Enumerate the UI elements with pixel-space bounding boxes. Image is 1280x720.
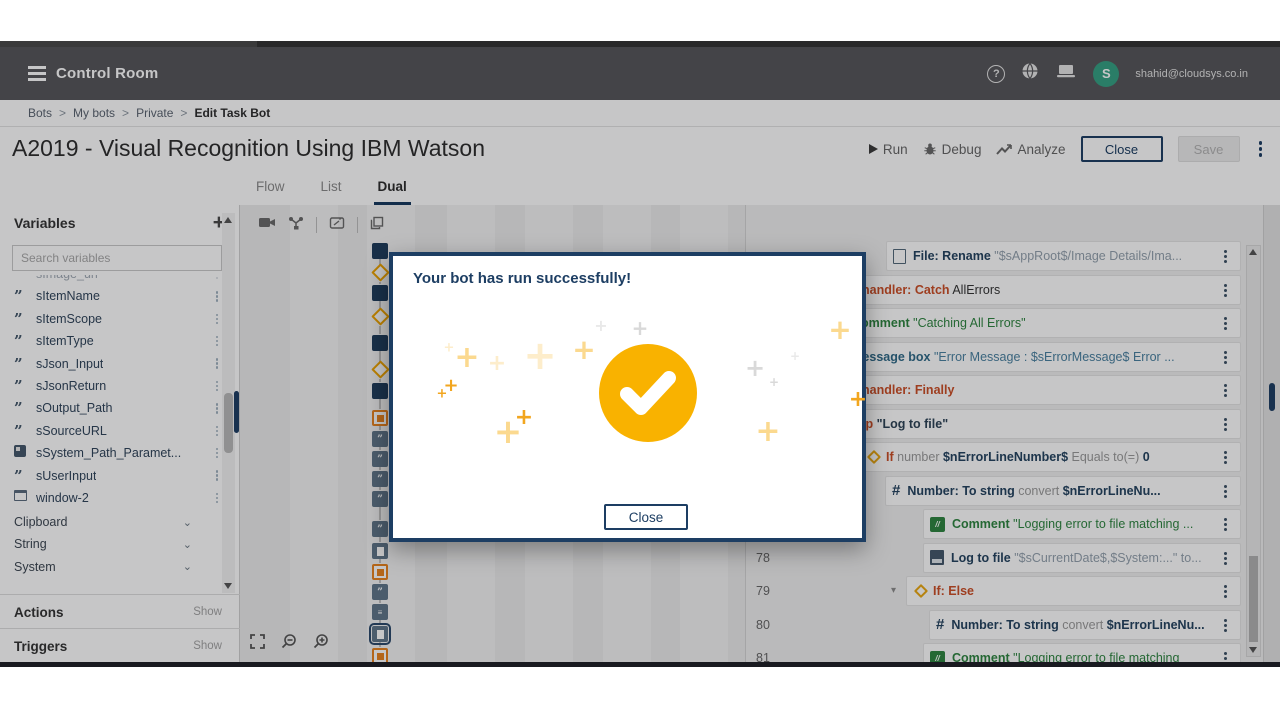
dialog-close-button[interactable]: Close: [604, 504, 688, 530]
success-dialog: Your bot has run successfully! + + + + + + + + +…: [389, 252, 868, 542]
sparkle-plus-icon: +: [744, 354, 766, 382]
sparkle-plus-icon: +: [594, 316, 608, 335]
sparkle-plus-icon: +: [523, 333, 557, 379]
sparkle-plus-icon: +: [828, 313, 852, 346]
sparkle-plus-icon: +: [572, 333, 596, 366]
success-check-icon: [599, 344, 697, 442]
sparkle-plus-icon: +: [487, 351, 507, 376]
sparkle-plus-icon: +: [755, 414, 781, 449]
sparkle-plus-icon: +: [768, 375, 780, 389]
sparkle-plus-icon: +: [436, 386, 448, 402]
sparkle-plus-icon: +: [443, 340, 455, 356]
dialog-title: Your bot has run successfully!: [413, 270, 632, 287]
sparkle-plus-icon: +: [631, 316, 649, 340]
sparkle-plus-icon: +: [454, 340, 480, 375]
sparkle-plus-icon: +: [789, 349, 801, 363]
sparkle-plus-icon: +: [514, 405, 534, 430]
app-window: Control Room ? S shahid@cloudsys.co.in B…: [0, 41, 1280, 667]
sparkle-plus-icon: +: [848, 387, 868, 412]
